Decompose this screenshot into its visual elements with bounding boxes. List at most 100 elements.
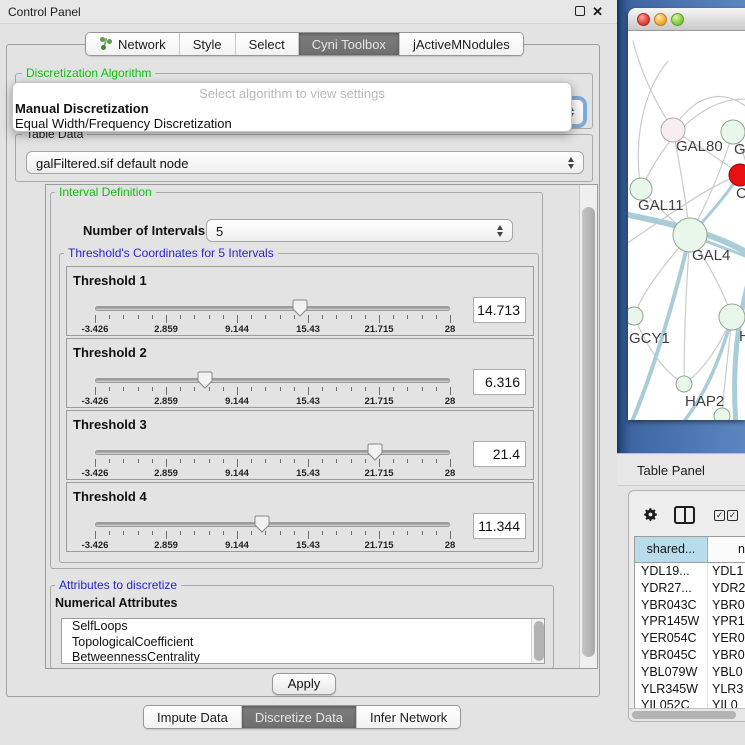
gear-icon[interactable]	[642, 506, 659, 523]
apply-button[interactable]: Apply	[272, 673, 336, 695]
slider-tick	[336, 531, 337, 535]
slider-tick-label: -3.426	[82, 540, 109, 551]
column-header-shared[interactable]: shared...	[635, 537, 708, 562]
algorithm-option-manual[interactable]: Manual Discretization	[15, 101, 149, 116]
table-row[interactable]: YDL19... YDL1	[635, 563, 745, 580]
stepper-arrows-icon	[497, 225, 504, 237]
slider-tick	[308, 531, 309, 539]
tab-item[interactable]: Cyni Toolbox	[299, 33, 400, 55]
slider-tick	[265, 387, 266, 391]
table-horizontal-scrollbar[interactable]	[629, 708, 745, 721]
attributes-listbox[interactable]: SelfLoopsTopologicalCoefficientBetweenne…	[61, 618, 545, 664]
table-row[interactable]: YBL079W YBL0	[635, 664, 745, 681]
panel-vertical-scrollbar[interactable]	[579, 185, 597, 668]
tab-item[interactable]: Network	[86, 33, 180, 55]
slider-tick	[95, 387, 96, 395]
scrollbar-thumb[interactable]	[582, 207, 595, 657]
bottom-tab-bar: Impute DataDiscretize DataInfer Network	[143, 705, 461, 729]
table-data-combo-value: galFiltered.sif default node	[36, 156, 188, 171]
checkbox-icon[interactable]: ✓	[727, 510, 738, 521]
algorithm-hint: Select algorithm to view settings	[13, 86, 571, 101]
threshold-value-field[interactable]: 21.4	[473, 441, 526, 467]
tab-item[interactable]: Select	[236, 33, 299, 55]
slider-tick	[294, 315, 295, 319]
threshold-slider[interactable]: -3.4262.8599.14415.4321.71528	[95, 369, 450, 407]
table-rows: YDL19... YDL1 YDR27... YDR2 YBR043C YBR0…	[635, 563, 745, 714]
network-node[interactable]	[719, 304, 745, 330]
threshold-value-field[interactable]: 6.316	[473, 369, 526, 395]
slider-track[interactable]	[95, 450, 450, 455]
slider-tick	[450, 315, 451, 323]
node-label: GAL4	[692, 247, 730, 264]
table-row[interactable]: YBR043C YBR0	[635, 597, 745, 614]
attributes-scrollbar[interactable]	[531, 619, 544, 663]
slider-tick-label: 15.43	[296, 540, 320, 551]
zoom-traffic-light[interactable]	[671, 13, 684, 26]
network-node[interactable]	[628, 307, 643, 325]
tab-item[interactable]: jActiveMNodules	[400, 33, 523, 55]
table-row[interactable]: YLR345W YLR3	[635, 681, 745, 698]
tab-label: jActiveMNodules	[413, 37, 510, 52]
table-row[interactable]: YER054C YER0	[635, 630, 745, 647]
slider-tick	[294, 459, 295, 463]
attribute-list-item[interactable]: TopologicalCoefficient	[62, 635, 544, 651]
slider-tick-labels: -3.4262.8599.14415.4321.71528	[95, 396, 450, 407]
threshold-slider[interactable]: -3.4262.8599.14415.4321.71528	[95, 513, 450, 551]
network-node[interactable]	[676, 376, 692, 392]
slider-tick	[109, 459, 110, 463]
table-cell-name: YER0	[708, 630, 745, 647]
slider-tick	[336, 315, 337, 319]
slider-tick	[138, 531, 139, 535]
slider-tick	[209, 315, 210, 319]
minimize-traffic-light[interactable]	[654, 13, 667, 26]
threshold-label: Threshold 4	[73, 489, 147, 504]
slider-tick	[365, 459, 366, 463]
interval-definition-group: Interval Definition Number of Intervals …	[50, 192, 543, 569]
slider-tick	[251, 315, 252, 319]
attribute-list-item[interactable]: BetweennessCentrality	[62, 650, 544, 664]
network-node[interactable]	[729, 164, 745, 186]
slider-tick	[123, 387, 124, 391]
slider-tick-label: -3.426	[82, 324, 109, 335]
control-panel: Control Panel ✕ NetworkStyleSelectCyni T…	[0, 0, 617, 745]
slider-tick	[336, 387, 337, 391]
tab-item[interactable]: Infer Network	[357, 706, 460, 728]
slider-tick	[422, 315, 423, 319]
scrollbar-thumb[interactable]	[534, 621, 544, 661]
app-root: Control Panel ✕ NetworkStyleSelectCyni T…	[0, 0, 745, 745]
close-traffic-light[interactable]	[637, 13, 650, 26]
slider-tick-label: 2.859	[154, 468, 178, 479]
column-header-name[interactable]: n	[708, 537, 745, 562]
slider-track[interactable]	[95, 522, 450, 527]
slider-tick	[180, 387, 181, 391]
table-cell-shared: YLR345W	[635, 681, 708, 698]
discretization-group-title: Discretization Algorithm	[22, 66, 155, 80]
network-window-titlebar[interactable]	[628, 8, 745, 31]
close-panel-icon[interactable]: ✕	[592, 4, 603, 20]
threshold-panel: Threshold 4 -3.4262.8599.14415.4321.7152…	[66, 482, 534, 552]
scrollbar-thumb[interactable]	[632, 711, 736, 719]
table-row[interactable]: YBR045C YBR0	[635, 647, 745, 664]
threshold-value-field[interactable]: 11.344	[473, 513, 526, 539]
columns-icon[interactable]	[674, 506, 695, 524]
table-row[interactable]: YPR145W YPR1	[635, 613, 745, 630]
number-of-intervals-combobox[interactable]: 5	[206, 219, 513, 242]
checkbox-icon[interactable]: ✓	[714, 510, 725, 521]
algorithm-option-equal-width[interactable]: Equal Width/Frequency Discretization	[15, 116, 232, 131]
threshold-slider[interactable]: -3.4262.8599.14415.4321.71528	[95, 441, 450, 479]
attribute-list-item[interactable]: SelfLoops	[62, 619, 544, 635]
table-cell-name: YBR0	[708, 647, 745, 664]
table-cell-shared: YPR145W	[635, 613, 708, 630]
tab-item[interactable]: Impute Data	[144, 706, 242, 728]
tab-item[interactable]: Style	[180, 33, 236, 55]
slider-track[interactable]	[95, 378, 450, 383]
tab-item[interactable]: Discretize Data	[242, 706, 357, 728]
network-canvas[interactable]: GAL80GACGAL11GAL4GCY1HHAP2	[628, 31, 745, 420]
float-panel-icon[interactable]	[575, 6, 585, 16]
threshold-slider[interactable]: -3.4262.8599.14415.4321.71528	[95, 297, 450, 335]
table-row[interactable]: YDR27... YDR2	[635, 580, 745, 597]
threshold-value-field[interactable]: 14.713	[473, 297, 526, 323]
table-data-combobox[interactable]: galFiltered.sif default node	[26, 151, 584, 174]
slider-track[interactable]	[95, 306, 450, 311]
slider-tick	[436, 531, 437, 535]
